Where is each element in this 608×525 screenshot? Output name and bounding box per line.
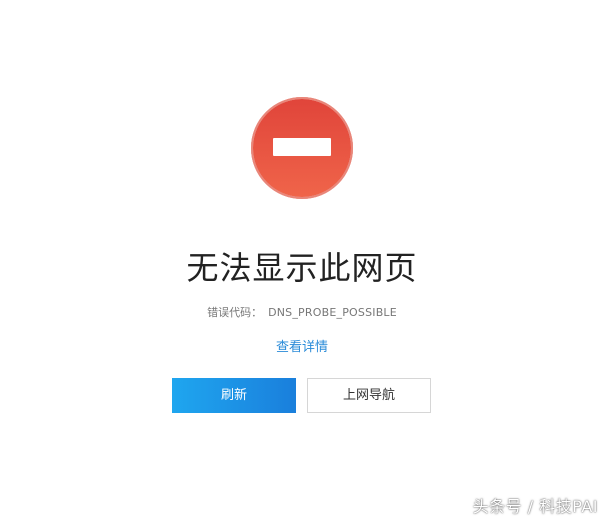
no-entry-icon xyxy=(251,97,353,199)
no-entry-icon-bar xyxy=(273,138,331,156)
error-code-label: 错误代码： xyxy=(207,306,263,319)
view-details-link[interactable]: 查看详情 xyxy=(0,339,604,357)
error-code-value: DNS_PROBE_POSSIBLE xyxy=(268,306,397,319)
error-page: 无法显示此网页 错误代码： DNS_PROBE_POSSIBLE 查看详情 刷新 … xyxy=(0,0,608,525)
watermark: 头条号 / 科技PAI xyxy=(472,497,598,516)
refresh-button[interactable]: 刷新 xyxy=(172,378,296,413)
error-title: 无法显示此网页 xyxy=(186,249,418,287)
web-navigation-button[interactable]: 上网导航 xyxy=(307,378,431,413)
error-code-line: 错误代码： DNS_PROBE_POSSIBLE xyxy=(0,305,604,321)
